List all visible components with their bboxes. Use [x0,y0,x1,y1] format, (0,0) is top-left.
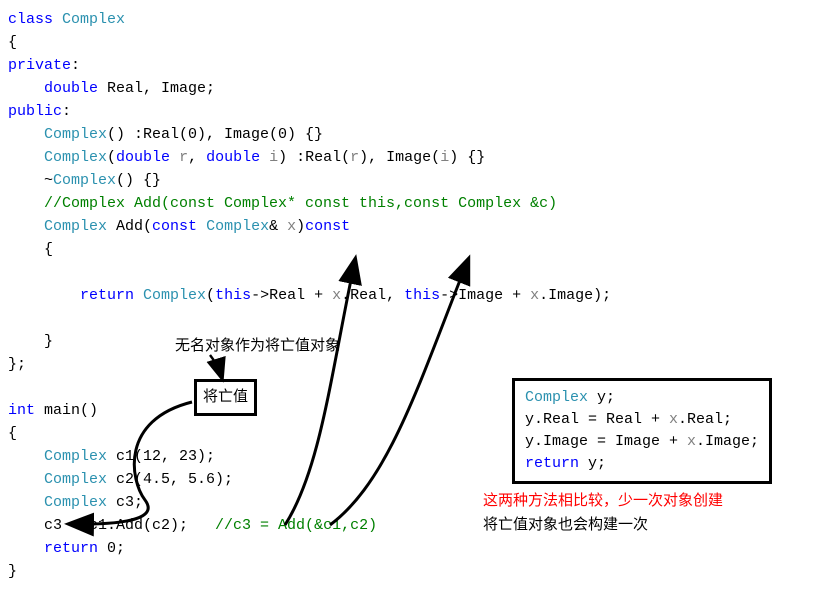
ctor-default-rest: () :Real(0), Image(0) {} [107,126,323,143]
ctor-default: Complex [44,126,107,143]
c3-assign: c3 = c1.Add(c2); [44,517,188,534]
main-sig: main() [35,402,98,419]
kw-public: public [8,103,62,120]
kw-return-main: return [44,540,98,557]
members: Real, Image; [98,80,215,97]
kw-return: return [80,287,134,304]
type-complex: Complex [53,11,125,28]
kw-private: private [8,57,71,74]
comment-add-call: //c3 = Add(&c1,c2) [215,517,377,534]
ctor-param: Complex [44,149,107,166]
add-open-brace: { [8,238,810,261]
note-comparison-red: 这两种方法相比较，少一次对象创建 [483,490,723,513]
comment-add-sig: //Complex Add(const Complex* const this,… [44,195,557,212]
kw-int: int [8,402,35,419]
colon: : [62,103,71,120]
c1-decl: c1(12, 23); [107,448,215,465]
note-construct-once: 将亡值对象也会构建一次 [483,514,648,537]
colon: : [71,57,80,74]
add-close-brace: } [8,330,810,353]
alt-code-box: Complex y; y.Real = Real + x.Real; y.Ima… [512,378,772,484]
main-close: } [8,560,810,583]
kw-class: class [8,11,53,28]
brace-open: { [8,31,810,54]
c3-decl: c3; [107,494,143,511]
c2-decl: c2(4.5, 5.6); [107,471,233,488]
kw-double: double [44,80,98,97]
dtor: Complex [53,172,116,189]
add-return-type: Complex [44,218,107,235]
annotation-anon-object: 无名对象作为将亡值对象 [175,335,340,358]
annotation-xvalue-box: 将亡值 [194,379,257,416]
class-close: }; [8,353,810,376]
